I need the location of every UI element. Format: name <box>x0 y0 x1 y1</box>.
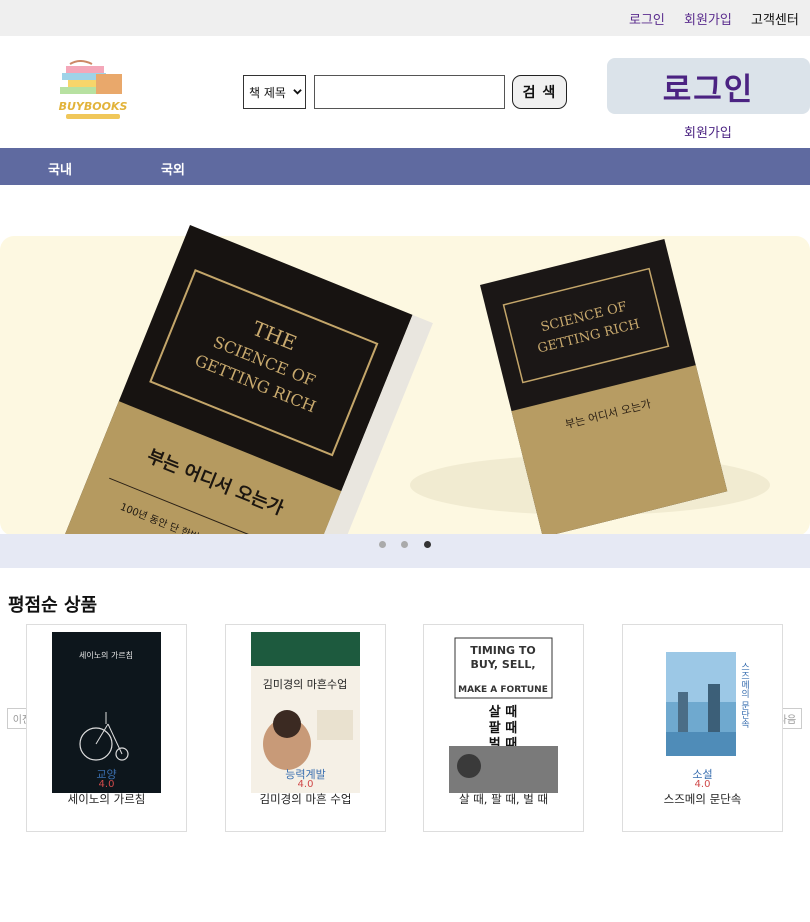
product-title[interactable]: 살 때, 팔 때, 벌 때 <box>424 791 583 807</box>
product-card[interactable]: 김미경의 마흔수업 능력계발 4.0 김미경의 마흔 수업 <box>225 624 386 832</box>
search-input[interactable] <box>314 75 505 109</box>
product-rating: 4.0 <box>694 779 711 790</box>
login-button[interactable]: 로그인 <box>607 58 810 114</box>
product-rating: 4.0 <box>98 779 115 790</box>
slide-dot-3-active[interactable] <box>424 541 431 548</box>
join-link[interactable]: 회원가입 <box>684 122 732 141</box>
svg-text:김미경의 마흔수업: 김미경의 마흔수업 <box>263 678 347 691</box>
slide-dot-1[interactable] <box>379 541 386 548</box>
svg-text:세이노의 가르침: 세이노의 가르침 <box>79 650 133 660</box>
svg-text:살 때: 살 때 <box>489 704 517 720</box>
product-title[interactable]: 김미경의 마흔 수업 <box>226 791 385 807</box>
logo-text: BUYBOOKS <box>59 100 128 113</box>
search-category-select[interactable]: 책 제목 <box>243 75 306 109</box>
customer-center-link[interactable]: 고객센터 <box>751 9 799 28</box>
site-logo[interactable]: BUYBOOKS <box>52 60 134 124</box>
product-title[interactable]: 세이노의 가르침 <box>27 791 186 807</box>
svg-text:MAKE A FORTUNE: MAKE A FORTUNE <box>458 685 548 695</box>
banner-pagination-bar <box>0 534 810 568</box>
search-button[interactable]: 검 색 <box>512 75 567 109</box>
chevron-down-icon <box>293 89 302 95</box>
product-rating: 4.0 <box>297 779 314 790</box>
main-nav: 국내 국외 <box>0 148 810 185</box>
product-card[interactable]: 스즈메의 문단속 소설 4.0 스즈메의 문단속 <box>622 624 783 832</box>
svg-text:팔 때: 팔 때 <box>489 721 517 736</box>
nav-item-domestic[interactable]: 국내 <box>48 159 72 178</box>
top-login-link[interactable]: 로그인 <box>629 9 665 28</box>
search-category-value: 책 제목 <box>249 85 286 100</box>
product-card[interactable]: 세이노의 가르침 교양 4.0 세이노의 가르침 <box>26 624 187 832</box>
nav-item-foreign[interactable]: 국외 <box>161 159 185 178</box>
section-title-top-rated: 평점순 상품 <box>8 595 98 616</box>
slide-dot-2[interactable] <box>401 541 408 548</box>
svg-text:스즈메의 문단속: 스즈메의 문단속 <box>739 662 749 729</box>
svg-text:TIMING TO: TIMING TO <box>470 644 536 657</box>
hero-banner[interactable]: SCIENCE OF GETTING RICH 부는 어디서 오는가 THE S… <box>0 185 810 568</box>
product-title[interactable]: 스즈메의 문단속 <box>623 791 782 807</box>
top-join-link[interactable]: 회원가입 <box>684 9 732 28</box>
product-card[interactable]: TIMING TO BUY, SELL, MAKE A FORTUNE 살 때 … <box>423 624 584 832</box>
top-utility-bar: 로그인 회원가입 고객센터 <box>0 0 810 36</box>
svg-text:BUY, SELL,: BUY, SELL, <box>470 658 535 671</box>
book-cover[interactable]: TIMING TO BUY, SELL, MAKE A FORTUNE 살 때 … <box>449 632 558 793</box>
